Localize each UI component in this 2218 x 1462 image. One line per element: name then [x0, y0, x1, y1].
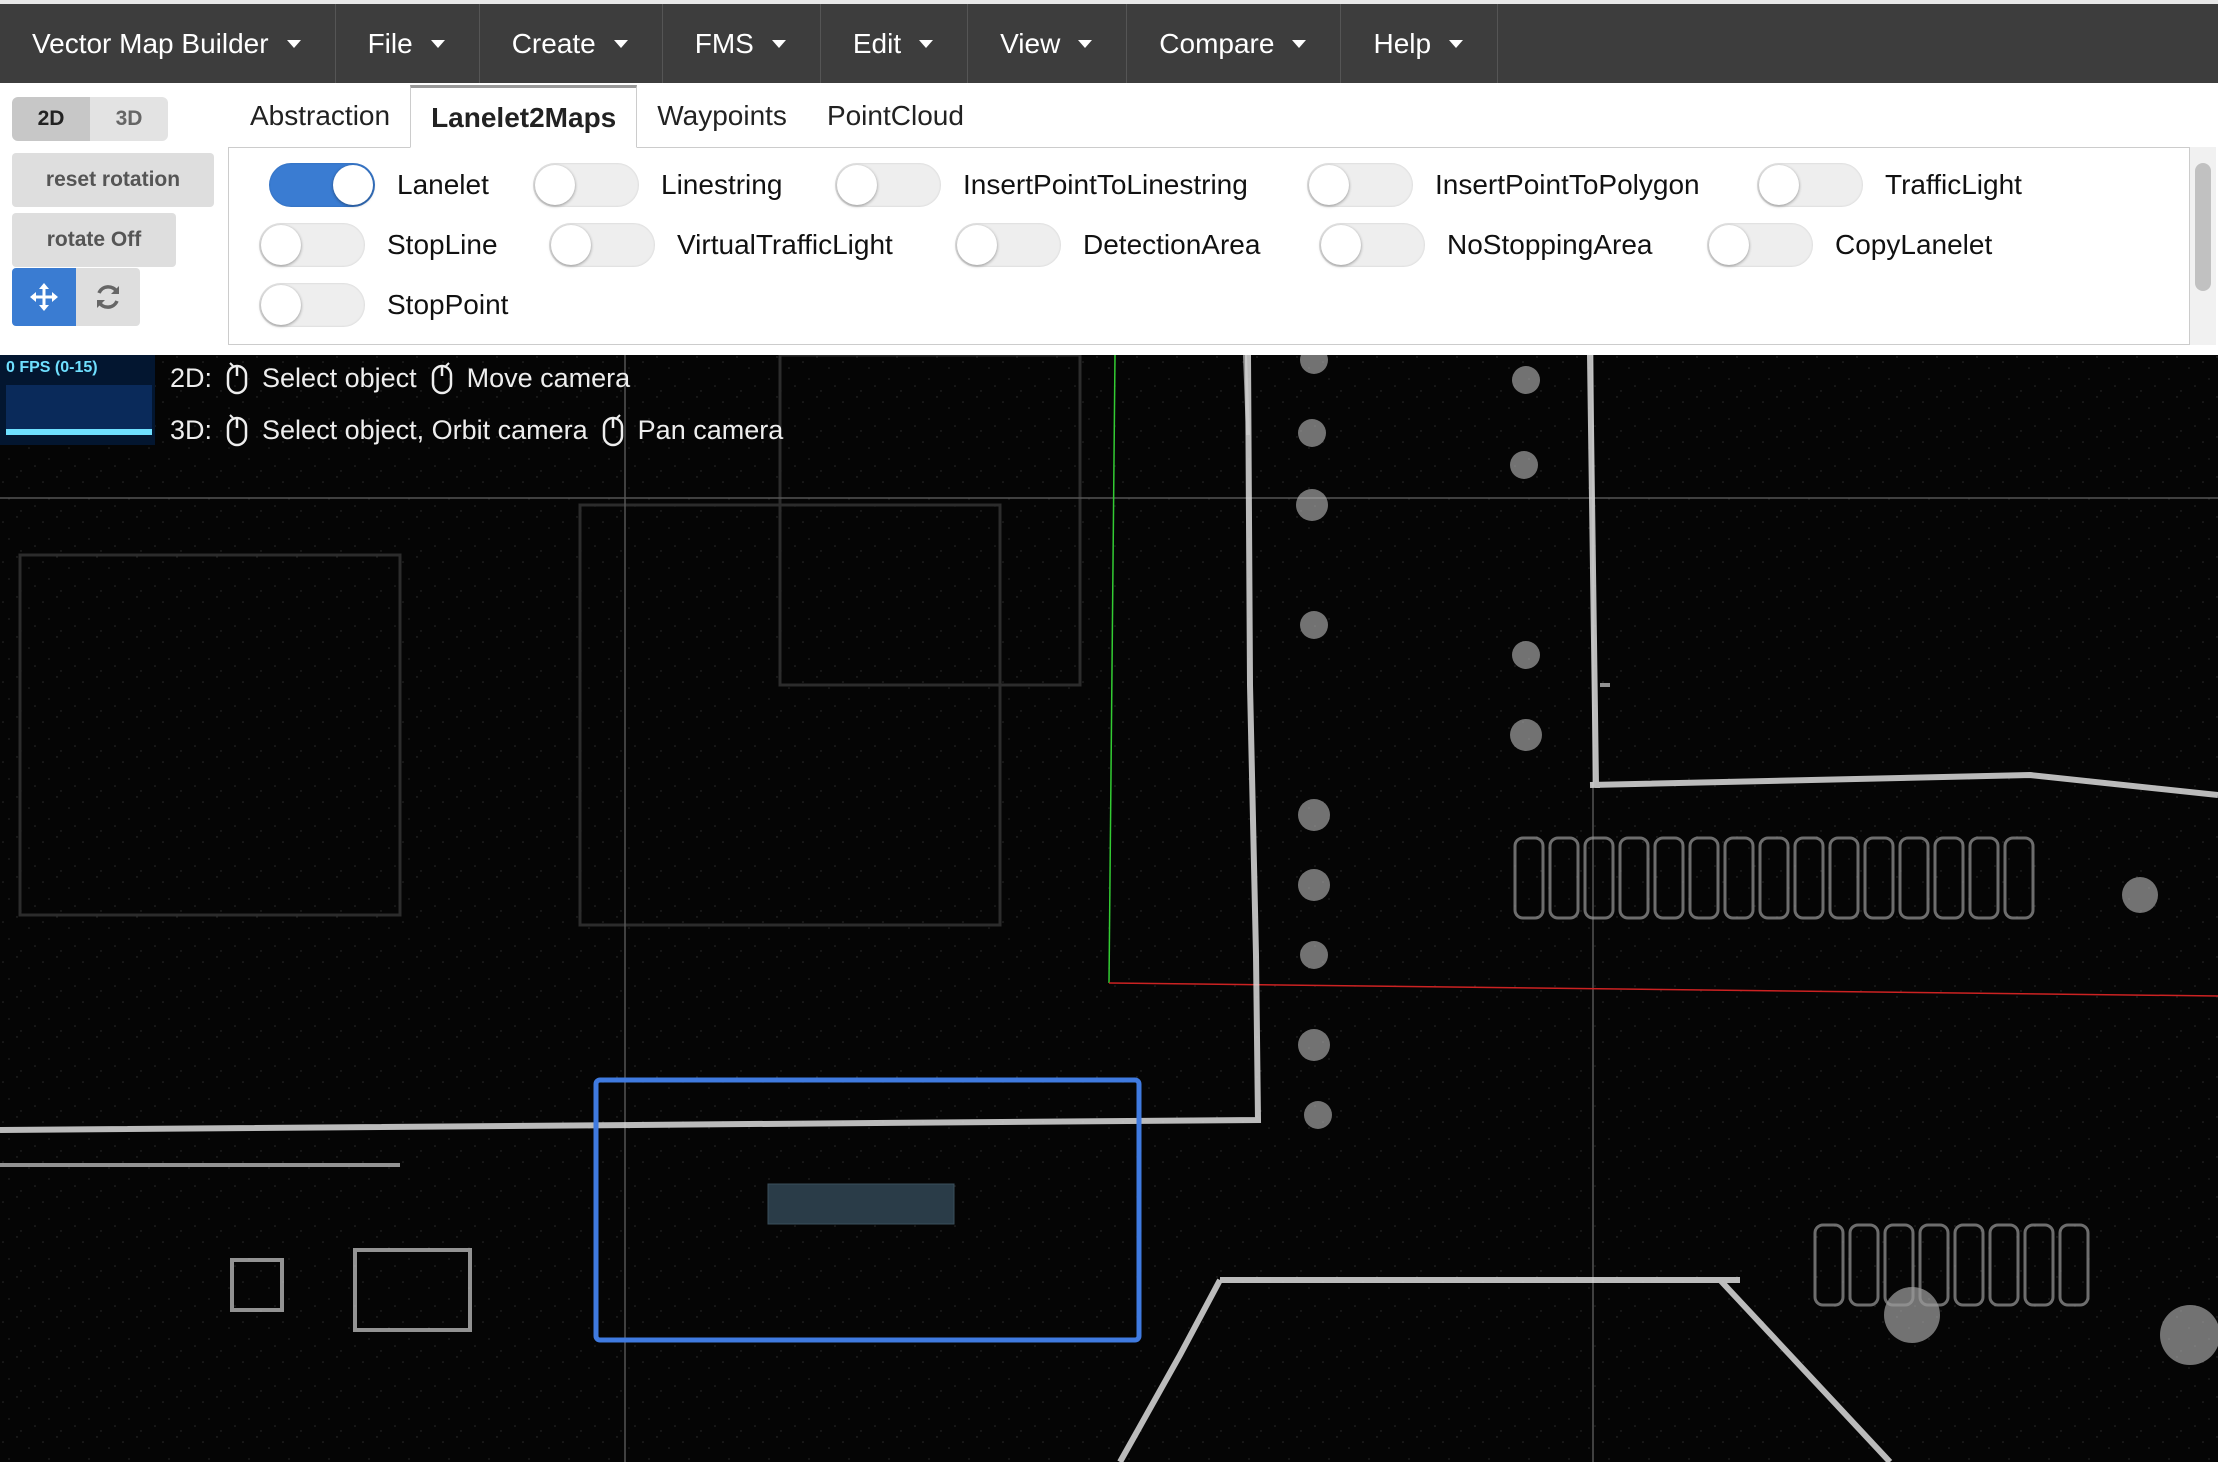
mouse-left-click-icon — [226, 362, 248, 395]
rotate-toggle-button[interactable]: rotate Off — [12, 213, 176, 267]
toggle-switch[interactable] — [1307, 163, 1413, 207]
caret-down-icon — [286, 39, 301, 48]
hint-2d-prefix: 2D: — [170, 362, 213, 393]
menu-create[interactable]: Create — [480, 4, 663, 83]
view-mode-toggle: 2D 3D — [12, 97, 168, 141]
menu-label: View — [1000, 27, 1061, 59]
toggle-switch[interactable] — [269, 163, 375, 207]
toggle-switch[interactable] — [1757, 163, 1863, 207]
toggle-switch[interactable] — [955, 223, 1061, 267]
toggle-insert-point-to-polygon[interactable]: InsertPointToPolygon — [1307, 162, 1700, 208]
toggle-switch[interactable] — [835, 163, 941, 207]
mode-2d-button[interactable]: 2D — [12, 97, 90, 141]
hint-3d-action2: Pan camera — [637, 414, 784, 445]
toggle-no-stopping-area[interactable]: NoStoppingArea — [1319, 222, 1652, 268]
map-viewport[interactable]: 0 FPS (0-15) 2D: Select object Move came… — [0, 355, 2218, 1462]
menu-file[interactable]: File — [336, 4, 480, 83]
menu-fms[interactable]: FMS — [663, 4, 821, 83]
toggle-label: Linestring — [661, 169, 783, 200]
refresh-icon — [97, 285, 119, 309]
tab-waypoints[interactable]: Waypoints — [637, 85, 807, 147]
toggle-detection-area[interactable]: DetectionArea — [955, 222, 1260, 268]
menu-help[interactable]: Help — [1341, 4, 1499, 83]
scrollbar-thumb[interactable] — [2195, 163, 2211, 291]
toggle-switch[interactable] — [1319, 223, 1425, 267]
menu-label: File — [367, 27, 413, 59]
toggle-stop-line[interactable]: StopLine — [259, 222, 498, 268]
toggle-label: VirtualTrafficLight — [677, 229, 893, 260]
hint-3d-action1: Select object, Orbit camera — [262, 414, 588, 445]
toggle-lanelet[interactable]: Lanelet — [269, 162, 489, 208]
caret-down-icon — [771, 39, 786, 48]
menu-label: Vector Map Builder — [32, 27, 269, 59]
menu-label: Edit — [852, 27, 902, 59]
toggle-switch[interactable] — [259, 223, 365, 267]
fps-graph — [6, 385, 152, 435]
toggle-label: InsertPointToLinestring — [963, 169, 1248, 200]
toggle-switch[interactable] — [533, 163, 639, 207]
toggle-insert-point-to-linestring[interactable]: InsertPointToLinestring — [835, 162, 1248, 208]
toggle-label: InsertPointToPolygon — [1435, 169, 1700, 200]
tab-lanelet2maps[interactable]: Lanelet2Maps — [410, 85, 638, 148]
move-tool-button[interactable] — [12, 268, 76, 326]
toggle-stop-point[interactable]: StopPoint — [259, 282, 508, 328]
refresh-button[interactable] — [76, 268, 140, 326]
move-arrows-icon — [30, 283, 58, 311]
menu-bar: Vector Map Builder File Create FMS Edit … — [0, 0, 2218, 83]
menu-label: Help — [1373, 27, 1432, 59]
tab-pointcloud[interactable]: PointCloud — [807, 85, 984, 147]
menu-label: FMS — [694, 27, 754, 59]
caret-down-icon — [919, 39, 934, 48]
toggle-label: NoStoppingArea — [1447, 229, 1653, 260]
mouse-right-click-icon — [602, 414, 623, 447]
caret-down-icon — [613, 39, 628, 48]
caret-down-icon — [1449, 39, 1464, 48]
caret-down-icon — [1292, 39, 1307, 48]
hint-2d-action1: Select object — [262, 362, 417, 393]
mode-3d-button[interactable]: 3D — [90, 97, 168, 141]
menu-label: Create — [511, 27, 596, 59]
hint-3d: 3D: Select object, Orbit camera Pan came… — [170, 413, 783, 447]
lanelet-tools-panel: Lanelet Linestring InsertPointToLinestri… — [228, 147, 2190, 345]
caret-down-icon — [430, 39, 445, 48]
mouse-left-click-icon — [226, 414, 248, 447]
menu-view[interactable]: View — [968, 4, 1128, 83]
toggle-label: StopLine — [387, 229, 498, 260]
hint-3d-prefix: 3D: — [170, 414, 213, 445]
toggle-traffic-light[interactable]: TrafficLight — [1757, 162, 2022, 208]
toggle-linestring[interactable]: Linestring — [533, 162, 782, 208]
menu-vector-map-builder[interactable]: Vector Map Builder — [0, 4, 336, 83]
caret-down-icon — [1078, 39, 1093, 48]
fps-label: 0 FPS (0-15) — [6, 359, 98, 376]
point-cloud-map — [0, 355, 2218, 1462]
toggle-label: StopPoint — [387, 289, 509, 320]
hint-2d: 2D: Select object Move camera — [170, 361, 630, 395]
fps-meter: 0 FPS (0-15) — [0, 355, 155, 445]
toggle-label: Lanelet — [397, 169, 489, 200]
toggle-label: TrafficLight — [1885, 169, 2022, 200]
toggle-label: DetectionArea — [1083, 229, 1261, 260]
toggle-switch[interactable] — [259, 283, 365, 327]
mouse-right-click-icon — [431, 362, 452, 395]
toggle-copy-lanelet[interactable]: CopyLanelet — [1707, 222, 1992, 268]
panel-scrollbar[interactable] — [2190, 147, 2216, 345]
tab-abstraction[interactable]: Abstraction — [230, 85, 410, 147]
menu-compare[interactable]: Compare — [1127, 4, 1342, 83]
toggle-virtual-traffic-light[interactable]: VirtualTrafficLight — [549, 222, 893, 268]
tab-bar: Abstraction Lanelet2Maps Waypoints Point… — [230, 85, 984, 148]
tool-panel: 2D 3D reset rotation rotate Off Abstract… — [0, 83, 2218, 355]
hint-2d-action2: Move camera — [466, 362, 631, 393]
reset-rotation-button[interactable]: reset rotation — [12, 153, 214, 207]
toggle-switch[interactable] — [549, 223, 655, 267]
toggle-switch[interactable] — [1707, 223, 1813, 267]
menu-edit[interactable]: Edit — [821, 4, 969, 83]
toggle-label: CopyLanelet — [1835, 229, 1993, 260]
menu-label: Compare — [1159, 27, 1275, 59]
